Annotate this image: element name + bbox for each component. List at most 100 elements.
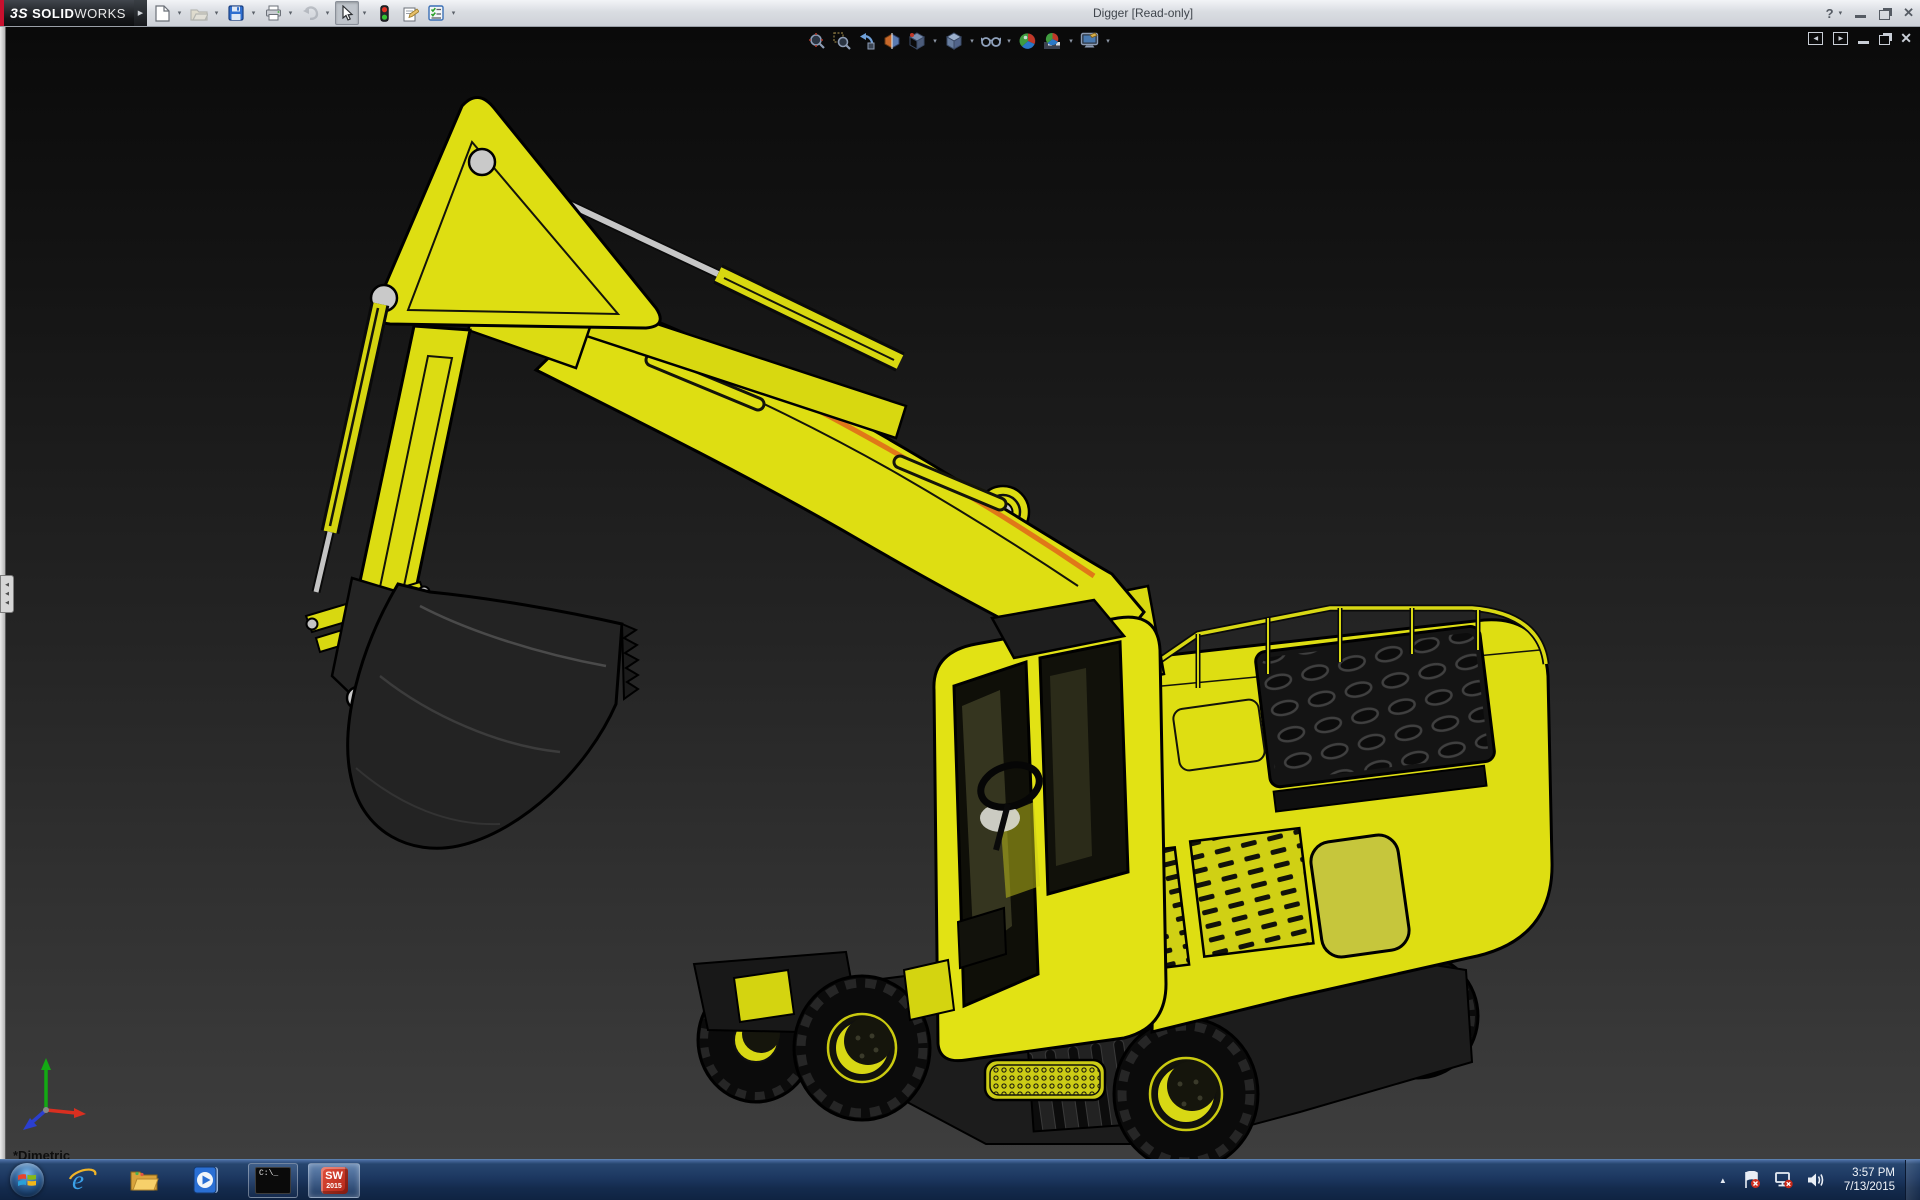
zoom-to-area-icon <box>832 31 851 50</box>
command-prompt-button[interactable]: C:\_ <box>248 1162 298 1198</box>
start-button[interactable] <box>10 1163 44 1197</box>
undo-button[interactable] <box>298 1 322 25</box>
command-prompt-icon: C:\_ <box>255 1166 291 1194</box>
app-restore-button[interactable] <box>1879 9 1891 20</box>
show-desktop-button[interactable] <box>1905 1160 1920 1200</box>
action-center-icon[interactable] <box>1743 1171 1761 1189</box>
hide-show-items-button[interactable] <box>980 30 1001 51</box>
new-document-button[interactable] <box>150 1 174 25</box>
app-close-button[interactable]: ✕ <box>1903 5 1914 21</box>
save-floppy-icon <box>228 5 244 21</box>
print-icon <box>265 5 281 21</box>
select-button[interactable] <box>335 1 359 25</box>
windows-flag-icon <box>18 1174 36 1186</box>
select-caret-icon[interactable]: ▾ <box>359 2 370 24</box>
options-button[interactable] <box>424 1 448 25</box>
bucket-cylinder-rod <box>313 531 333 593</box>
pane-left-icon[interactable]: ◀ <box>1808 32 1824 45</box>
excavator-model[interactable] <box>0 26 1920 1160</box>
brand-text: 3S SOLIDWORKS <box>10 5 126 21</box>
show-hidden-icons-button[interactable]: ▲ <box>1719 1176 1727 1185</box>
document-title: Digger [Read-only] <box>1093 6 1194 20</box>
solidworks-logo: 3S SOLIDWORKS <box>0 0 134 26</box>
splitter-handle[interactable]: ◀ ◀ ◀ <box>0 575 14 613</box>
windows-taskbar: e C:\_ SW 2015 ▲ 3:57 PM 7/13/2015 <box>0 1159 1920 1200</box>
menu-expand-arrow-icon[interactable]: ▶ <box>134 0 147 26</box>
previous-view-button[interactable] <box>856 30 877 51</box>
solidworks-app-window: 3S SOLIDWORKS ▶ ▾ ▾ ▾ ▾ ▾ ▾ ▾ Digger [Re… <box>0 0 1920 1200</box>
options-caret-icon[interactable]: ▾ <box>448 2 459 24</box>
previous-view-icon <box>859 32 874 49</box>
save-caret-icon[interactable]: ▾ <box>248 2 259 24</box>
clock-date: 7/13/2015 <box>1843 1181 1895 1193</box>
reference-triad-icon <box>23 1058 86 1130</box>
graphics-viewport[interactable]: ▾ ▾ ▾ ▾ ▾ ◀ ▶ ✕ ◀ ◀ ◀ *Dimetric <box>0 26 1920 1163</box>
view-orientation-caret-icon[interactable]: ▾ <box>931 37 939 45</box>
new-document-caret-icon[interactable]: ▾ <box>174 2 185 24</box>
save-button[interactable] <box>224 1 248 25</box>
bucket-teeth <box>620 622 640 701</box>
headsup-view-toolbar: ▾ ▾ ▾ ▾ ▾ <box>806 30 1112 51</box>
rebuild-button[interactable] <box>372 1 396 25</box>
edit-appearance-button[interactable] <box>1017 30 1038 51</box>
cab <box>932 598 1168 1063</box>
view-settings-caret-icon[interactable]: ▾ <box>1104 37 1112 45</box>
volume-icon[interactable] <box>1807 1172 1825 1188</box>
print-button[interactable] <box>261 1 285 25</box>
network-status-icon[interactable] <box>1774 1171 1794 1189</box>
solidworks-2015-icon: SW 2015 <box>320 1166 348 1194</box>
clock-time: 3:57 PM <box>1852 1166 1895 1179</box>
doc-close-button[interactable]: ✕ <box>1900 30 1912 47</box>
taskbar-clock[interactable]: 3:57 PM 7/13/2015 <box>1844 1166 1895 1195</box>
print-caret-icon[interactable]: ▾ <box>285 2 296 24</box>
internet-explorer-button[interactable]: e <box>66 1163 98 1197</box>
media-player-button[interactable] <box>190 1163 222 1197</box>
outrigger-pad <box>732 968 796 1024</box>
display-style-button[interactable] <box>943 30 964 51</box>
head-pin-top <box>467 147 497 177</box>
view-orientation-icon <box>908 31 925 50</box>
system-tray: ▲ 3:57 PM 7/13/2015 <box>1719 1160 1920 1200</box>
file-properties-icon <box>403 7 419 21</box>
rebuild-traffic-light-icon <box>379 4 389 22</box>
open-button[interactable] <box>187 1 211 25</box>
zoom-to-fit-icon <box>808 32 825 49</box>
bucket <box>346 582 640 850</box>
apply-scene-button[interactable] <box>1042 30 1063 51</box>
window-controls: ? ▾ ✕ <box>1826 0 1914 26</box>
section-view-button[interactable] <box>881 30 902 51</box>
cab-step <box>983 1058 1107 1102</box>
file-explorer-button[interactable] <box>128 1163 160 1197</box>
select-cursor-icon <box>341 5 353 21</box>
boom-head <box>374 96 662 330</box>
help-button[interactable]: ? <box>1826 6 1834 21</box>
open-caret-icon[interactable]: ▾ <box>211 2 222 24</box>
document-window-controls: ◀ ▶ ✕ <box>1808 30 1912 47</box>
open-folder-icon <box>190 8 208 21</box>
solidworks-2015-button[interactable]: SW 2015 <box>308 1162 360 1198</box>
doc-minimize-button[interactable] <box>1858 41 1870 44</box>
taskbar-left: e C:\_ SW 2015 <box>0 1160 360 1200</box>
undo-arrow-icon <box>302 6 318 20</box>
undo-caret-icon[interactable]: ▾ <box>322 2 333 24</box>
zoom-to-area-button[interactable] <box>831 30 852 51</box>
options-checklist-icon <box>427 5 444 21</box>
zoom-to-fit-button[interactable] <box>806 30 827 51</box>
doc-restore-button[interactable] <box>1879 35 1891 45</box>
section-view-icon <box>884 32 899 49</box>
view-settings-icon <box>1080 32 1099 48</box>
new-document-icon <box>154 4 170 22</box>
pane-right-icon[interactable]: ▶ <box>1833 32 1849 45</box>
view-orientation-button[interactable] <box>906 30 927 51</box>
rear-side-window <box>1309 833 1411 959</box>
media-player-icon <box>193 1166 218 1194</box>
collapse-arrow-icon: ◀ <box>5 599 9 606</box>
view-settings-button[interactable] <box>1079 30 1100 51</box>
file-properties-button[interactable] <box>398 1 422 25</box>
hide-show-items-caret-icon[interactable]: ▾ <box>1005 37 1013 45</box>
menubar-toolbar: ▾ ▾ ▾ ▾ ▾ ▾ ▾ <box>150 0 461 26</box>
help-caret-icon[interactable]: ▾ <box>1839 9 1843 17</box>
display-style-caret-icon[interactable]: ▾ <box>968 37 976 45</box>
apply-scene-caret-icon[interactable]: ▾ <box>1067 37 1075 45</box>
app-minimize-button[interactable] <box>1855 15 1867 18</box>
